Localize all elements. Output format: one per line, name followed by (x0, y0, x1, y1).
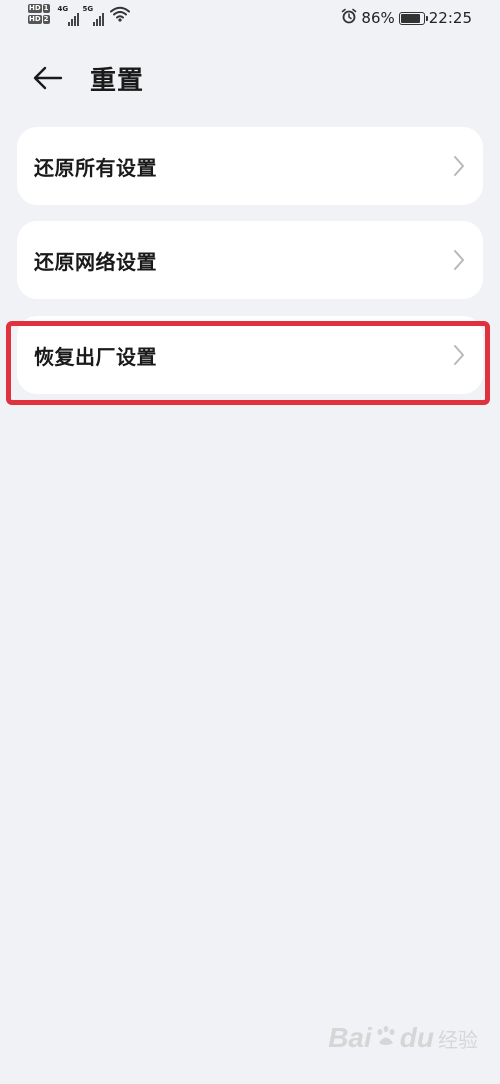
battery-percent: 86% (361, 9, 395, 27)
alarm-icon (341, 8, 357, 28)
network-type-2: 5G (82, 5, 94, 13)
sim1-number: 1 (42, 4, 50, 13)
chevron-right-icon (453, 155, 465, 177)
status-bar: HD 1 HD 2 4G 5G 86% 22:25 (0, 0, 500, 36)
clock: 22:25 (428, 9, 472, 27)
sim1-hd-badge: HD 1 (28, 4, 50, 13)
reset-all-settings-item[interactable]: 还原所有设置 (17, 127, 483, 205)
sim2-hd-tag: HD (28, 15, 42, 24)
battery-fill (400, 13, 420, 23)
sim2-hd-badge: HD 2 (28, 15, 50, 24)
sim2-number: 2 (42, 15, 50, 24)
paw-logo-icon (374, 1024, 398, 1053)
network-type-1: 4G (57, 5, 69, 13)
factory-reset-item[interactable]: 恢复出厂设置 (17, 316, 483, 394)
item-label: 恢复出厂设置 (34, 344, 157, 369)
wifi-icon (109, 6, 130, 26)
battery-icon (398, 11, 428, 25)
watermark-subtitle: 经验 (438, 1029, 478, 1052)
watermark-brand-right: du (399, 1022, 434, 1053)
item-label: 还原网络设置 (34, 249, 157, 274)
page-title: 重置 (90, 66, 145, 96)
sim1-hd-tag: HD (28, 4, 42, 13)
signal-icon: 4G (58, 4, 79, 26)
reset-network-settings-item[interactable]: 还原网络设置 (17, 221, 483, 299)
baidu-watermark: Bai du 经验 (328, 1022, 478, 1054)
signal-icon: 5G (83, 4, 104, 26)
header: 重置 (0, 52, 500, 104)
item-label: 还原所有设置 (34, 155, 157, 180)
status-bar-left: HD 1 HD 2 4G 5G (28, 4, 130, 26)
chevron-right-icon (453, 344, 465, 366)
chevron-right-icon (453, 249, 465, 271)
watermark-brand-left: Bai (328, 1022, 372, 1053)
status-bar-right: 86% 22:25 (341, 8, 472, 28)
sim-indicators: HD 1 HD 2 (28, 4, 50, 24)
back-button[interactable] (30, 62, 66, 94)
back-arrow-icon (33, 66, 63, 90)
reset-settings-screen: HD 1 HD 2 4G 5G 86% 22:25 重置 还原所有设置 还原网络… (0, 0, 500, 1084)
